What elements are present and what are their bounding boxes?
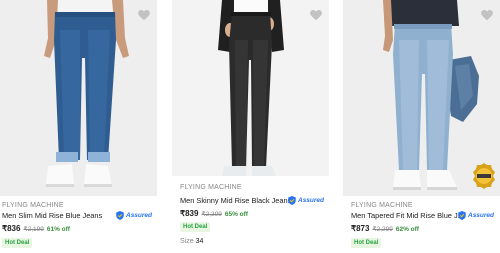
price-row: ₹839 ₹2,399 65% off — [180, 209, 248, 218]
product-brand: FLYING MACHINE — [2, 202, 64, 209]
assured-label: Assured — [298, 197, 325, 204]
product-card[interactable]: FLYING MACHINE Men Skinny Mid Rise Black… — [172, 0, 329, 253]
quality-seal-icon — [473, 163, 495, 189]
jeans-photo-icon — [0, 0, 157, 196]
selling-price: ₹839 — [180, 209, 199, 218]
product-card[interactable]: FLYING MACHINE Men Tapered Fit Mid Rise … — [343, 0, 500, 253]
assured-label: Assured — [126, 212, 153, 219]
original-price: ₹2,299 — [372, 226, 393, 233]
product-title[interactable]: Men Slim Mid Rise Blue Jeans — [2, 211, 102, 220]
discount-percent: 62% off — [395, 226, 419, 233]
original-price: ₹2,399 — [201, 211, 222, 218]
assured-badge: Assured — [458, 211, 494, 220]
size-info: Size 34 — [180, 238, 203, 245]
product-image[interactable] — [172, 0, 329, 176]
discount-percent: 61% off — [46, 226, 70, 233]
assured-badge: Assured — [116, 211, 152, 220]
price-row: ₹836 ₹2,199 61% off — [2, 224, 70, 233]
discount-percent: 65% off — [224, 211, 248, 218]
hot-deal-badge: Hot Deal — [180, 222, 211, 232]
assured-shield-icon — [116, 211, 124, 220]
hot-deal-badge: Hot Deal — [351, 238, 382, 248]
size-value: 34 — [195, 238, 204, 245]
product-card[interactable]: FLYING MACHINE Men Slim Mid Rise Blue Je… — [0, 0, 157, 253]
wishlist-heart-icon[interactable] — [137, 8, 151, 22]
product-title[interactable]: Men Skinny Mid Rise Black Jeans — [180, 196, 291, 205]
product-title[interactable]: Men Tapered Fit Mid Rise Blue J... — [351, 211, 464, 220]
size-label: Size — [180, 238, 194, 245]
product-brand: FLYING MACHINE — [180, 184, 242, 191]
assured-badge: Assured — [288, 196, 324, 205]
assured-label: Assured — [468, 212, 495, 219]
hot-deal-badge: Hot Deal — [2, 238, 33, 248]
assured-shield-icon — [458, 211, 466, 220]
original-price: ₹2,199 — [23, 226, 44, 233]
product-image[interactable] — [0, 0, 157, 196]
assured-shield-icon — [288, 196, 296, 205]
product-brand: FLYING MACHINE — [351, 202, 413, 209]
selling-price: ₹836 — [2, 224, 21, 233]
selling-price: ₹873 — [351, 224, 370, 233]
wishlist-heart-icon[interactable] — [480, 8, 494, 22]
price-row: ₹873 ₹2,299 62% off — [351, 224, 419, 233]
jeans-photo-icon — [172, 0, 329, 176]
wishlist-heart-icon[interactable] — [309, 8, 323, 22]
